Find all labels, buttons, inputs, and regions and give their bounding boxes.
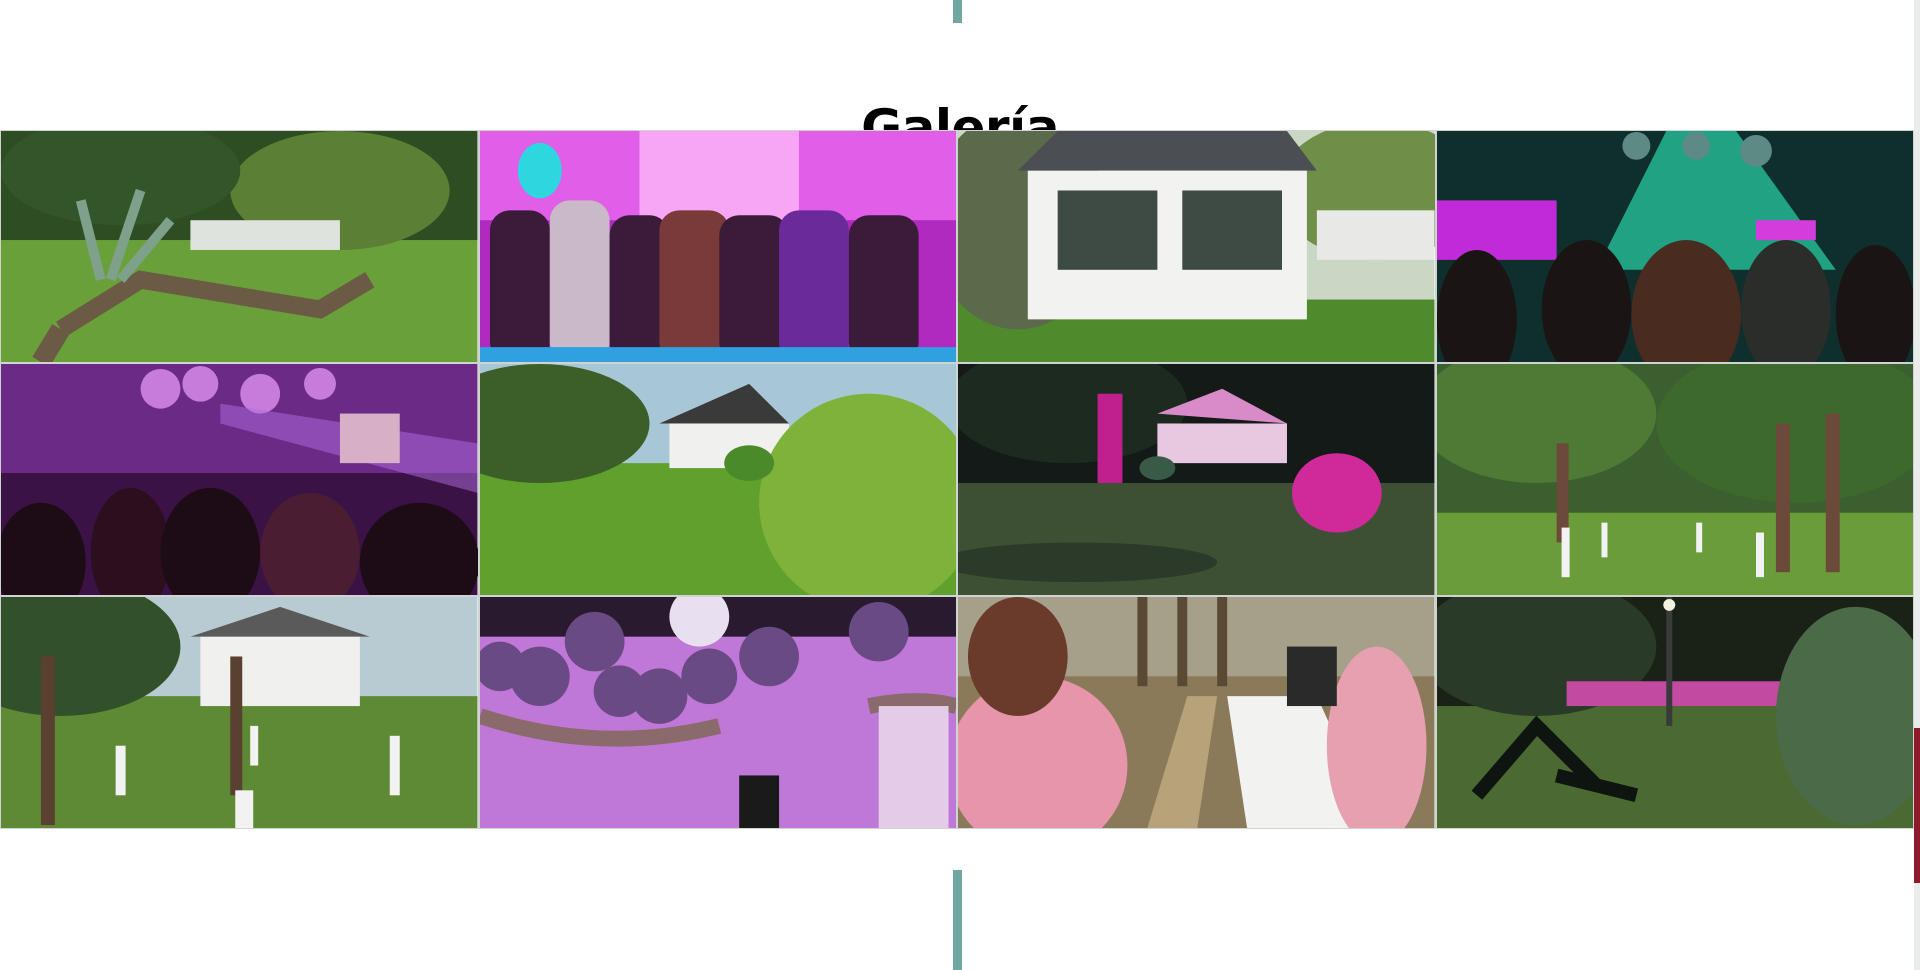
dance-floor-lights-photo xyxy=(1436,131,1913,362)
house-lawn-photo xyxy=(479,364,956,595)
gallery-photo-12[interactable] xyxy=(1435,596,1914,829)
disco-balls-photo xyxy=(479,597,956,828)
gallery-photo-9[interactable] xyxy=(0,596,479,829)
gallery-grid xyxy=(0,130,1914,830)
gallery-photo-10[interactable] xyxy=(478,596,957,829)
gallery-photo-8[interactable] xyxy=(1435,363,1914,596)
bottom-divider xyxy=(953,870,962,970)
night-house-photo xyxy=(958,364,1435,595)
gallery-photo-4[interactable] xyxy=(1435,130,1914,363)
tree-path-photo xyxy=(1,597,478,828)
gallery-photo-6[interactable] xyxy=(478,363,957,596)
purple-party-photo xyxy=(1,364,478,595)
gallery-photo-11[interactable] xyxy=(957,596,1436,829)
garden-palm-photo xyxy=(1,131,478,362)
top-divider xyxy=(953,0,962,23)
scrollbar-thumb[interactable] xyxy=(1914,728,1920,883)
gallery-photo-5[interactable] xyxy=(0,363,479,596)
gallery-page: Galería xyxy=(0,0,1920,970)
night-garden-photo xyxy=(1436,597,1913,828)
gallery-photo-7[interactable] xyxy=(957,363,1436,596)
gazebo-photo xyxy=(958,131,1435,362)
scrollbar[interactable] xyxy=(1914,0,1920,970)
gallery-photo-3[interactable] xyxy=(957,130,1436,363)
palm-park-photo xyxy=(1436,364,1913,595)
gallery-photo-1[interactable] xyxy=(0,130,479,363)
gallery-photo-2[interactable] xyxy=(478,130,957,363)
ceremony-aisle-photo xyxy=(958,597,1435,828)
party-dance-photo xyxy=(479,131,956,362)
